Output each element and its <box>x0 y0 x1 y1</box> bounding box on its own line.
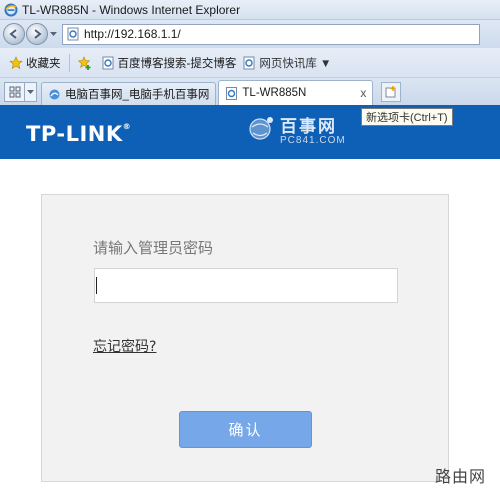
page-icon <box>67 27 79 41</box>
new-tab-tooltip: 新选项卡(Ctrl+T) <box>361 108 453 126</box>
confirm-button[interactable]: 确认 <box>179 411 312 448</box>
tab-list-dropdown[interactable] <box>25 82 37 102</box>
favorites-label: 收藏夹 <box>26 57 61 70</box>
favorite-link-label: 网页快讯库 ▼ <box>259 57 332 70</box>
new-tab-icon <box>385 86 396 98</box>
site-watermark: 百事网 PC841.COM <box>246 112 346 146</box>
star-icon <box>9 55 23 69</box>
tab-pc841[interactable]: 电脑百事网_电脑手机百事网 <box>41 82 217 105</box>
recent-pages-dropdown[interactable] <box>49 23 58 45</box>
window-titlebar: TL-WR885N - Windows Internet Explorer <box>0 0 500 20</box>
tab-label: TL-WR885N <box>242 87 307 99</box>
watermark-title: 百事网 <box>280 117 337 137</box>
forward-arrow-icon <box>34 29 42 39</box>
page-icon <box>226 86 238 100</box>
tab-label: 电脑百事网_电脑手机百事网 <box>65 89 210 101</box>
window-title: TL-WR885N - Windows Internet Explorer <box>22 2 241 17</box>
page-icon <box>102 56 113 69</box>
url-text: http://192.168.1.1/ <box>84 27 181 41</box>
back-button[interactable] <box>3 23 25 45</box>
quick-tabs-button[interactable] <box>4 82 25 102</box>
web-slice-icon <box>243 56 255 69</box>
forward-button[interactable] <box>26 23 48 45</box>
text-caret <box>96 277 97 294</box>
tab-bar: 电脑百事网_电脑手机百事网 TL-WR885N x <box>0 78 500 105</box>
favorites-bar: 收藏夹 百度博客搜索-提交博客 网页快讯库 ▼ <box>0 48 500 78</box>
grid-icon <box>9 86 20 98</box>
favorite-link-web-slice[interactable]: 网页快讯库 ▼ <box>239 53 334 73</box>
site-favicon-icon <box>49 89 60 99</box>
tab-tl-wr885n[interactable]: TL-WR885N x <box>218 80 374 105</box>
watermark-subtitle: PC841.COM <box>280 135 346 146</box>
close-tab-icon[interactable]: x <box>360 86 366 100</box>
chevron-down-icon <box>27 89 34 94</box>
chevron-down-icon <box>50 31 57 36</box>
favorite-link-label: 百度博客搜索-提交博客 <box>117 57 237 70</box>
add-favorite-button[interactable] <box>75 53 98 73</box>
favorite-link-baidu-blog[interactable]: 百度博客搜索-提交博客 <box>98 53 240 73</box>
toolbar-divider <box>68 53 70 72</box>
favorites-button[interactable]: 收藏夹 <box>6 53 64 73</box>
forgot-password-link[interactable]: 忘记密码? <box>93 336 156 356</box>
back-arrow-icon <box>9 29 17 39</box>
brand-name: TP-LINK <box>26 122 123 146</box>
address-bar[interactable]: http://192.168.1.1/ <box>62 23 480 45</box>
password-prompt: 请输入管理员密码 <box>93 239 214 257</box>
new-tab-button[interactable] <box>381 82 402 102</box>
tp-link-logo: TP-LINK® <box>26 122 131 146</box>
registered-mark: ® <box>122 122 132 131</box>
globe-watermark-icon <box>249 117 273 140</box>
admin-password-input[interactable] <box>94 268 398 303</box>
navigation-bar: http://192.168.1.1/ <box>0 20 500 48</box>
corner-watermark: 路由网 <box>435 467 487 486</box>
login-panel: 请输入管理员密码 忘记密码? 确认 <box>41 194 449 482</box>
add-to-favorites-icon <box>77 55 90 70</box>
ie-logo-icon <box>4 3 18 16</box>
